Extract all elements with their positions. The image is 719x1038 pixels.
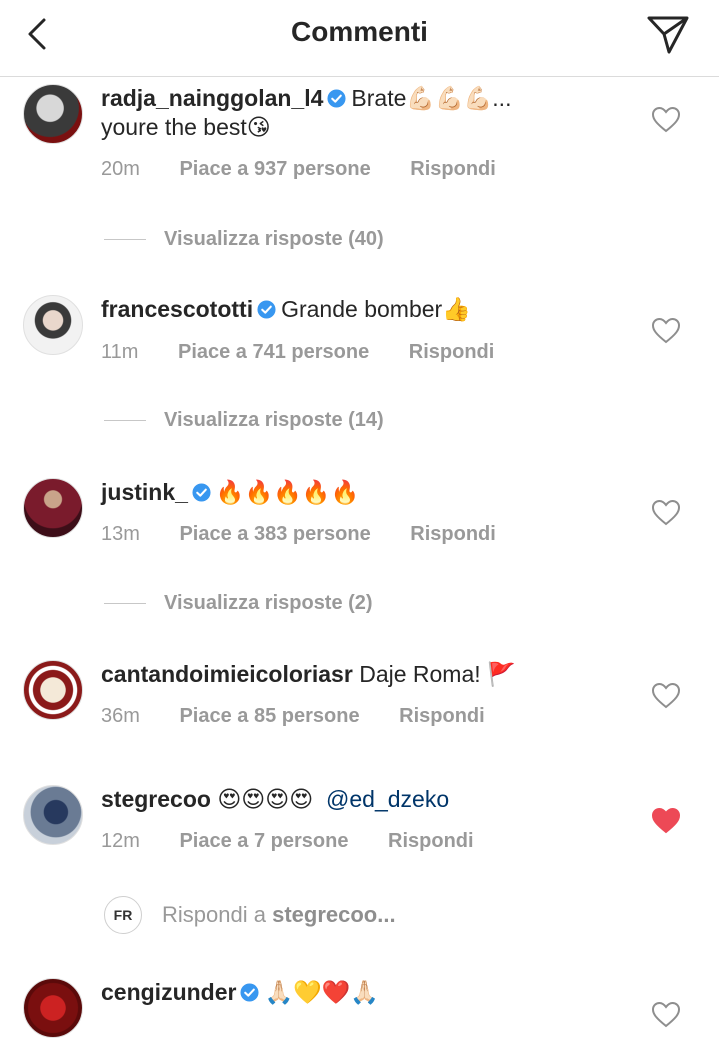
comment-text: justink_ 🔥🔥🔥🔥🔥	[101, 478, 621, 507]
verified-badge-icon	[257, 300, 276, 319]
reply-button[interactable]: Rispondi	[399, 705, 485, 728]
reply-button[interactable]: Rispondi	[410, 523, 496, 546]
timestamp: 36m	[101, 705, 140, 727]
comment-meta: 20m Piace a 937 persone Rispondi	[101, 158, 496, 181]
avatar[interactable]	[23, 660, 83, 720]
comment-body: 🙏🏻💛❤️🙏🏻	[264, 979, 380, 1005]
reply-button[interactable]: Rispondi	[410, 158, 496, 181]
heart-icon[interactable]	[652, 1002, 680, 1028]
username[interactable]: cantandoimieicoloriasr	[101, 661, 353, 687]
comment-text: cengizunder 🙏🏻💛❤️🙏🏻	[101, 978, 621, 1007]
verified-badge-icon	[327, 89, 346, 108]
reply-target: stegrecoo...	[272, 902, 396, 927]
divider	[104, 420, 146, 422]
reply-input-field[interactable]: FR Rispondi a stegrecoo...	[104, 896, 664, 940]
avatar[interactable]	[23, 478, 83, 538]
username[interactable]: cengizunder	[101, 979, 236, 1005]
avatar[interactable]	[23, 978, 83, 1038]
comment-meta: 36m Piace a 85 persone Rispondi	[101, 705, 485, 728]
view-replies-button[interactable]: Visualizza risposte (2)	[104, 592, 373, 615]
heart-icon[interactable]	[652, 107, 680, 133]
reply-placeholder: Rispondi a stegrecoo...	[162, 902, 396, 928]
header-bar: Commenti	[0, 0, 719, 77]
comment-text: stegrecoo 😍😍😍😍 @ed_dzeko	[101, 785, 621, 814]
heart-icon[interactable]	[652, 683, 680, 709]
divider	[104, 239, 146, 241]
timestamp: 11m	[101, 341, 139, 363]
comment-text-continued: youre the best😘	[101, 114, 271, 140]
heart-icon[interactable]	[652, 500, 680, 526]
avatar[interactable]	[23, 84, 83, 144]
likes-link[interactable]: Piace a 85 persone	[179, 705, 359, 728]
comment-body: Daje Roma! 🚩	[359, 661, 516, 687]
view-replies-button[interactable]: Visualizza risposte (40)	[104, 228, 384, 251]
comment-text: cantandoimieicoloriasr Daje Roma! 🚩	[101, 660, 621, 689]
view-replies-label: Visualizza risposte (40)	[164, 228, 384, 250]
reply-button[interactable]: Rispondi	[409, 341, 495, 364]
comment-meta: 11m Piace a 741 persone Rispondi	[101, 341, 494, 364]
avatar: FR	[104, 896, 142, 934]
comment-body: 🔥🔥🔥🔥🔥	[215, 479, 360, 505]
comment-meta: 13m Piace a 383 persone Rispondi	[101, 523, 496, 546]
reply-prefix: Rispondi a	[162, 902, 266, 927]
username[interactable]: radja_nainggolan_l4	[101, 85, 323, 111]
divider	[104, 603, 146, 605]
timestamp: 13m	[101, 523, 140, 545]
likes-link[interactable]: Piace a 383 persone	[179, 523, 370, 546]
heart-icon[interactable]	[652, 318, 680, 344]
likes-link[interactable]: Piace a 7 persone	[179, 830, 348, 853]
verified-badge-icon	[240, 983, 259, 1002]
comment-meta: 12m Piace a 7 persone Rispondi	[101, 830, 474, 853]
heart-filled-icon[interactable]	[652, 808, 680, 834]
avatar[interactable]	[23, 785, 83, 845]
comment-body: Grande bomber👍	[281, 296, 471, 322]
paper-plane-icon[interactable]	[645, 12, 691, 56]
verified-badge-icon	[192, 483, 211, 502]
likes-link[interactable]: Piace a 741 persone	[178, 341, 369, 364]
username[interactable]: francescototti	[101, 296, 253, 322]
view-replies-label: Visualizza risposte (2)	[164, 592, 373, 614]
view-replies-label: Visualizza risposte (14)	[164, 409, 384, 431]
comment-body: Brate💪🏻💪🏻💪🏻...	[351, 85, 512, 111]
page-title: Commenti	[291, 16, 428, 47]
timestamp: 12m	[101, 830, 140, 852]
avatar[interactable]	[23, 295, 83, 355]
view-replies-button[interactable]: Visualizza risposte (14)	[104, 409, 384, 432]
mention-link[interactable]: @ed_dzeko	[326, 786, 449, 812]
reply-button[interactable]: Rispondi	[388, 830, 474, 853]
comment-text: radja_nainggolan_l4 Brate💪🏻💪🏻💪🏻...	[101, 84, 621, 113]
username[interactable]: stegrecoo	[101, 786, 211, 812]
comment-body: 😍😍😍😍	[217, 786, 314, 812]
comment-text: francescototti Grande bomber👍	[101, 295, 621, 324]
timestamp: 20m	[101, 158, 140, 180]
username[interactable]: justink_	[101, 479, 188, 505]
likes-link[interactable]: Piace a 937 persone	[179, 158, 370, 181]
